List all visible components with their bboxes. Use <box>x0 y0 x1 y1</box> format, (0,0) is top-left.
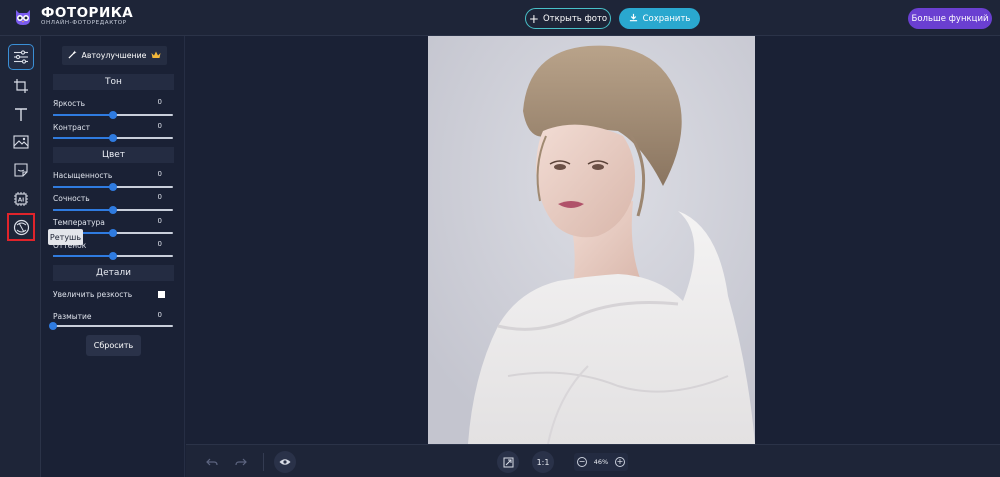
tool-adjust[interactable] <box>8 44 34 70</box>
slider-knob[interactable] <box>109 111 117 119</box>
preview-toggle-button[interactable] <box>274 451 296 473</box>
more-features-button[interactable]: Больше функций <box>908 8 992 29</box>
logo[interactable]: ФОТОРИКА ОНЛАЙН-ФОТОРЕДАКТОР <box>13 5 134 27</box>
auto-enhance-label: Автоулучшение <box>81 51 147 60</box>
slider-knob[interactable] <box>109 229 117 237</box>
section-color: Цвет <box>53 147 174 163</box>
saturation-slider[interactable] <box>53 183 173 191</box>
slider-label: Температура <box>53 218 105 227</box>
slider-label: Яркость <box>53 99 86 108</box>
image-icon <box>13 135 29 149</box>
tool-text[interactable] <box>8 101 34 127</box>
slider-knob[interactable] <box>49 322 57 330</box>
slider-label: Размытие <box>53 312 92 321</box>
logo-owl-icon <box>13 8 33 26</box>
sliders-icon <box>14 50 28 64</box>
eye-icon <box>279 459 291 465</box>
adjustments-panel: Автоулучшение Тон Яркость 0 Контраст 0 Ц… <box>42 36 185 477</box>
tool-retouch[interactable] <box>7 213 35 241</box>
zoom-out-button[interactable]: − <box>577 457 587 467</box>
blur-slider[interactable] <box>49 322 173 330</box>
edited-photo[interactable] <box>428 36 755 444</box>
sharpen-checkbox[interactable] <box>158 291 165 298</box>
plus-icon: + <box>616 457 624 466</box>
text-icon <box>15 107 27 121</box>
section-tone: Тон <box>53 74 174 90</box>
slider-label: Насыщенность <box>53 171 113 180</box>
crown-icon <box>151 51 161 61</box>
brightness-slider[interactable] <box>53 111 173 119</box>
slider-knob[interactable] <box>109 206 117 214</box>
retouch-icon <box>13 219 29 235</box>
undo-icon <box>206 458 218 466</box>
slider-knob[interactable] <box>109 183 117 191</box>
zoom-control: − 46% + <box>574 453 628 471</box>
actual-size-button[interactable]: 1:1 <box>532 451 554 473</box>
undo-button[interactable] <box>202 452 222 472</box>
slider-value: 0 <box>157 193 162 201</box>
tool-crop[interactable] <box>8 73 34 99</box>
slider-value: 0 <box>157 98 162 106</box>
tool-sticker[interactable] <box>8 157 34 183</box>
open-photo-button[interactable]: + Открыть фото <box>525 8 611 29</box>
plus-icon: + <box>528 11 539 26</box>
minus-icon: − <box>578 457 586 466</box>
brand-name: ФОТОРИКА <box>41 5 134 21</box>
vibrance-slider[interactable] <box>53 206 173 214</box>
magic-wand-icon <box>68 50 77 61</box>
toolbar-divider <box>263 453 264 471</box>
save-label: Сохранить <box>642 13 691 24</box>
ai-chip-icon: AI <box>14 192 28 206</box>
svg-text:AI: AI <box>18 198 24 204</box>
slider-knob[interactable] <box>109 134 117 142</box>
zoom-value: 46% <box>593 458 609 466</box>
fit-screen-button[interactable] <box>497 451 519 473</box>
slider-value: 0 <box>157 240 162 248</box>
bottom-bar: 1:1 − 46% + <box>186 444 1000 477</box>
slider-value: 0 <box>157 170 162 178</box>
retouch-tooltip: Ретушь <box>48 229 83 245</box>
save-button[interactable]: Сохранить <box>619 8 700 29</box>
reset-button[interactable]: Сбросить <box>86 335 141 356</box>
download-icon <box>629 13 638 25</box>
auto-enhance-button[interactable]: Автоулучшение <box>62 46 167 65</box>
fit-screen-icon <box>503 457 513 467</box>
open-photo-label: Открыть фото <box>542 13 608 24</box>
slider-value: 0 <box>157 122 162 130</box>
contrast-slider[interactable] <box>53 134 173 142</box>
redo-icon <box>235 458 247 466</box>
slider-knob[interactable] <box>109 252 117 260</box>
brand-subtitle: ОНЛАЙН-ФОТОРЕДАКТОР <box>41 20 127 26</box>
sharpen-label: Увеличить резкость <box>53 290 133 299</box>
tool-image[interactable] <box>8 129 34 155</box>
section-details: Детали <box>53 265 174 281</box>
top-bar: ФОТОРИКА ОНЛАЙН-ФОТОРЕДАКТОР + Открыть ф… <box>0 0 1000 36</box>
slider-value: 0 <box>157 311 162 319</box>
slider-label: Сочность <box>53 194 90 203</box>
slider-value: 0 <box>157 217 162 225</box>
portrait-photo <box>428 36 755 444</box>
redo-button[interactable] <box>231 452 251 472</box>
tool-rail: AI <box>0 36 41 477</box>
editor-canvas[interactable] <box>186 36 1000 444</box>
tool-ai[interactable]: AI <box>8 186 34 212</box>
tint-slider[interactable] <box>53 252 173 260</box>
zoom-in-button[interactable]: + <box>614 457 625 467</box>
slider-label: Контраст <box>53 123 91 132</box>
sticker-icon <box>14 163 28 177</box>
crop-icon <box>14 79 28 93</box>
